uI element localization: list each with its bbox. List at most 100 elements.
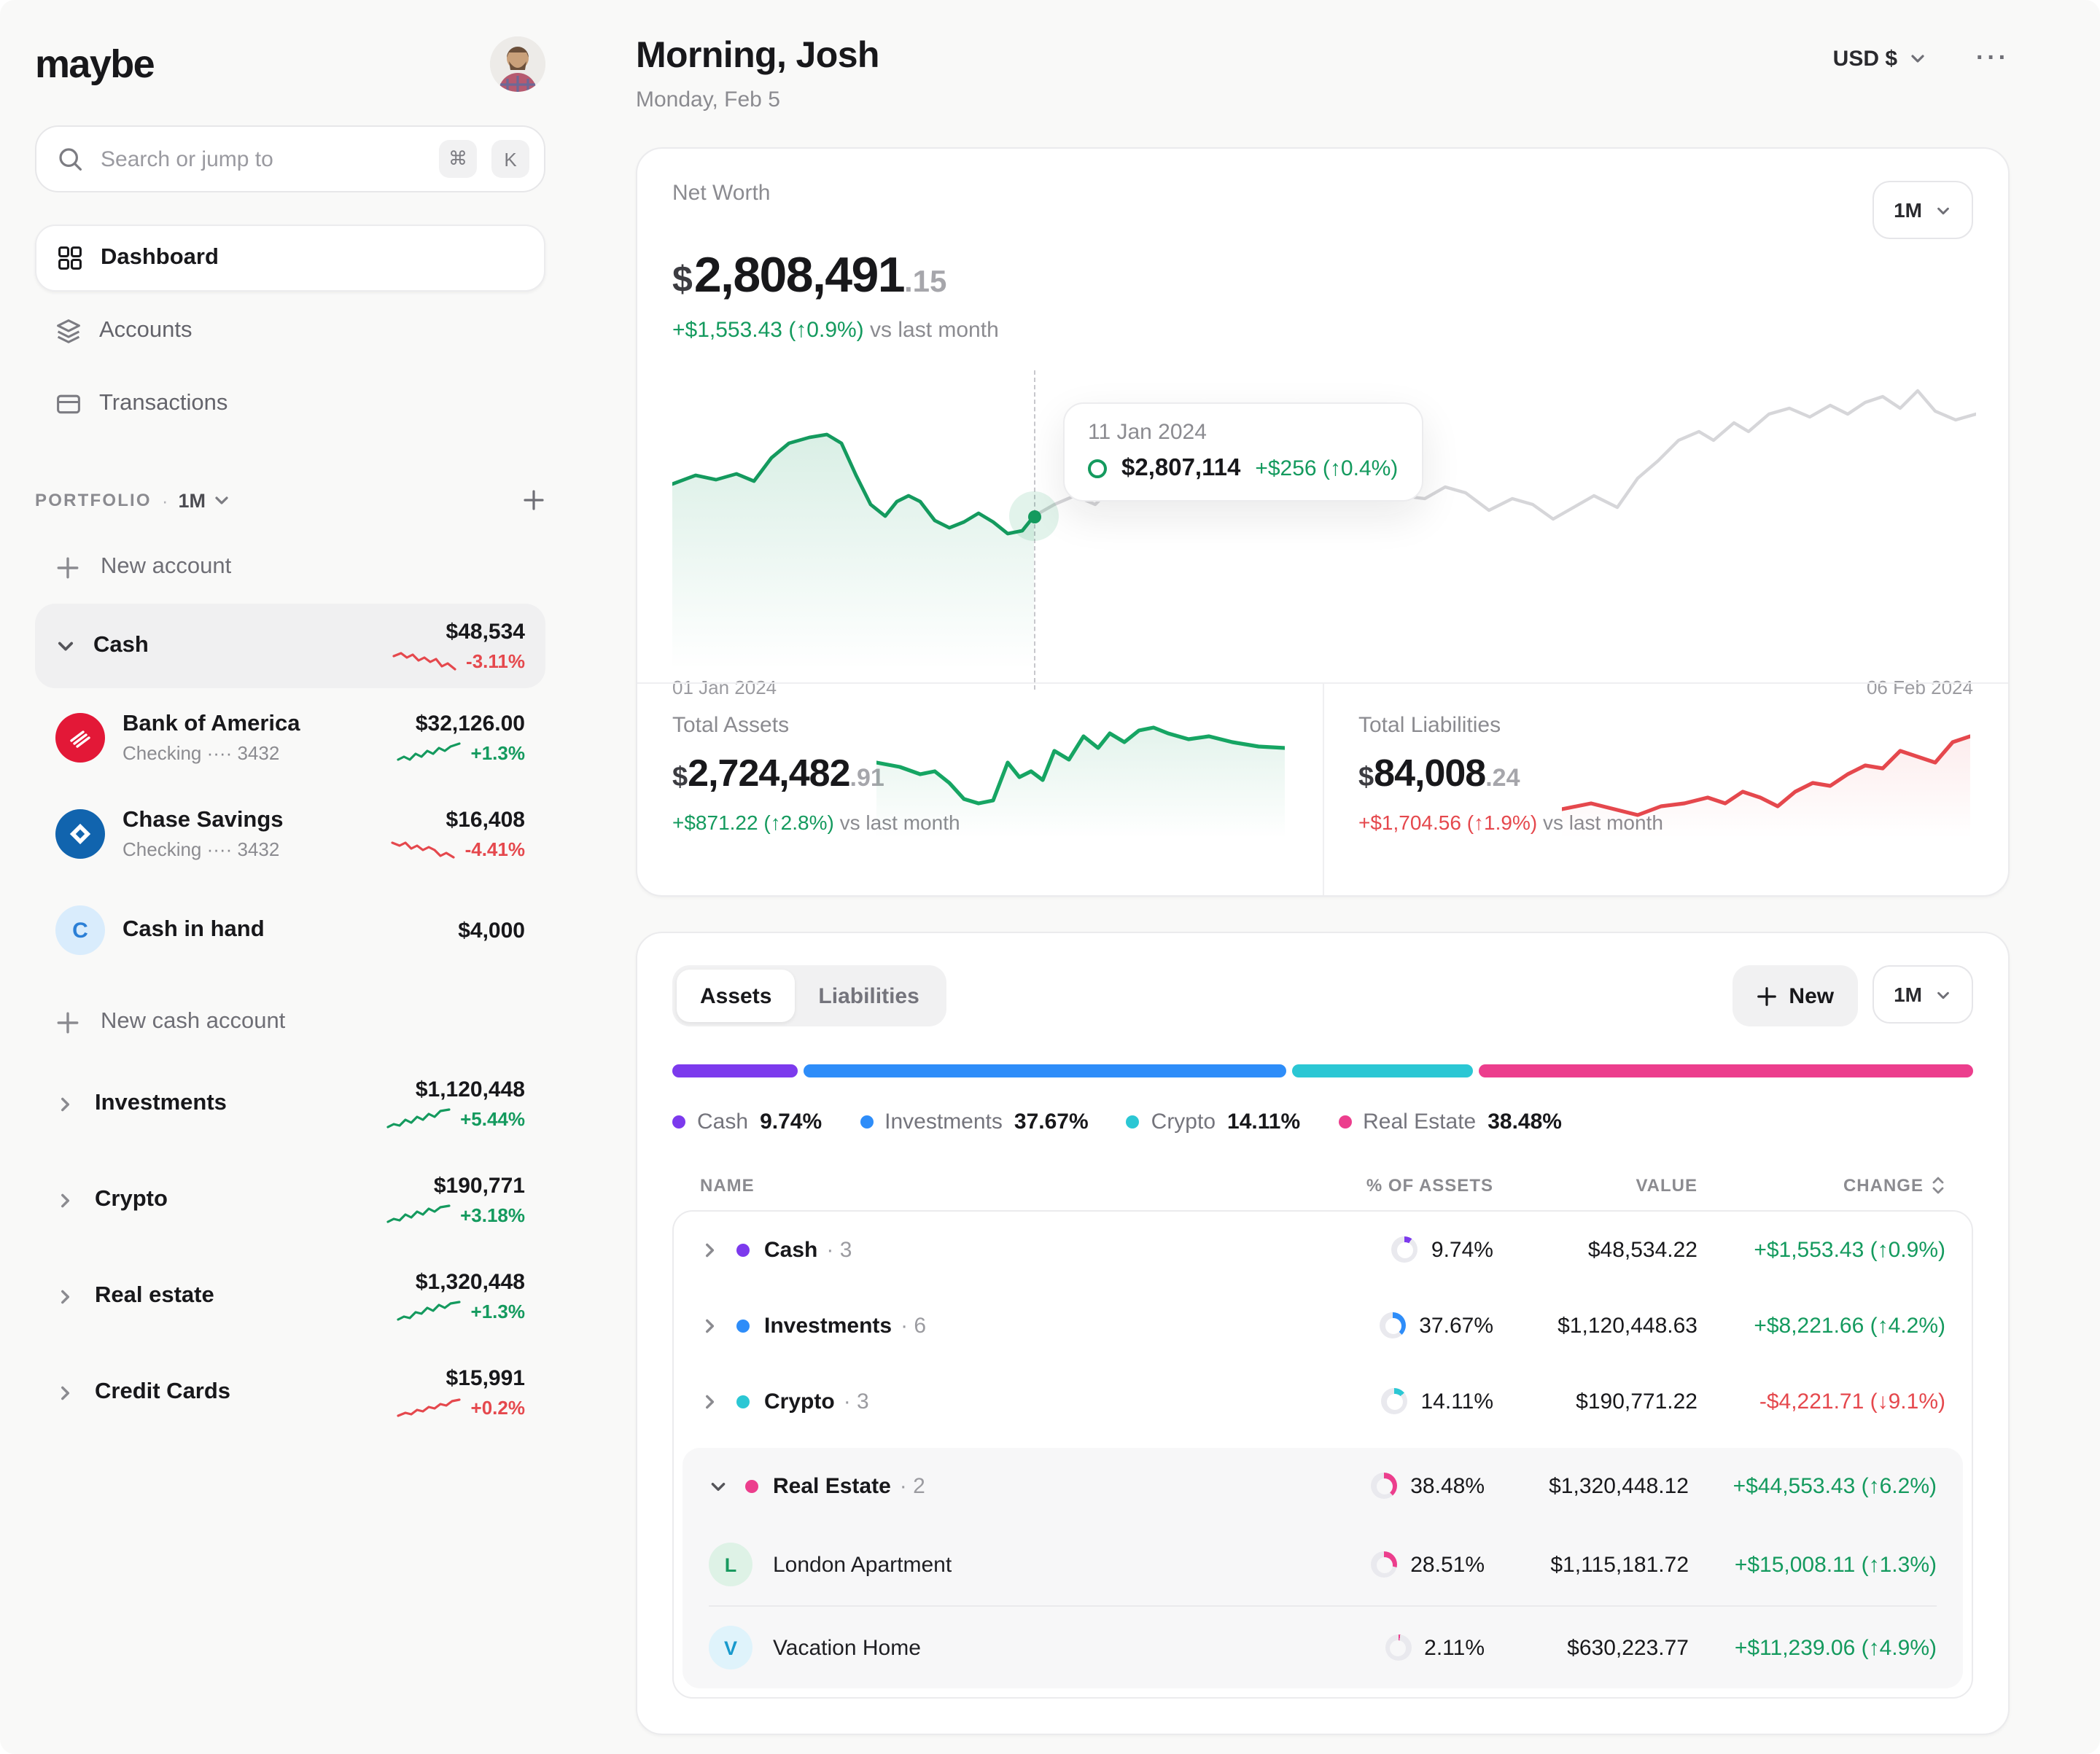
tooltip-value: $2,807,114 xyxy=(1121,455,1240,483)
table-row-crypto[interactable]: Crypto · 3 14.11% $190,771.22 -$4,221.71… xyxy=(674,1363,1972,1439)
account-name: Cash in hand xyxy=(122,917,265,943)
tab-liabilities[interactable]: Liabilities xyxy=(795,970,942,1022)
dashboard-icon xyxy=(57,245,83,271)
table-row-real-estate[interactable]: Real Estate · 2 38.48% $1,320,448.12 +$4… xyxy=(682,1448,1963,1524)
new-asset-button[interactable]: New xyxy=(1732,965,1857,1026)
plus-icon xyxy=(1755,985,1777,1007)
net-worth-card: Net Worth 1M $ 2,808,491 .15 +$1,553.43 … xyxy=(636,147,2010,897)
row-pct: 2.11% xyxy=(1424,1635,1485,1660)
sidebar-group-crypto[interactable]: Crypto $190,771 +3.18% xyxy=(35,1155,545,1245)
amount-cents: .24 xyxy=(1485,764,1520,793)
total-liabilities-panel: Total Liabilities $ 84,008 .24 +$1,704.5… xyxy=(1322,684,2008,895)
chevron-right-icon[interactable] xyxy=(55,1190,74,1209)
row-pct: 14.11% xyxy=(1420,1389,1493,1414)
allocation-segment-real-estate xyxy=(1479,1064,1973,1077)
search-box[interactable]: ⌘ K xyxy=(35,125,545,192)
chevron-right-icon[interactable] xyxy=(700,1240,719,1259)
property-avatar: V xyxy=(709,1626,752,1669)
amount-cents: .15 xyxy=(904,265,946,300)
pct-ring xyxy=(1392,1236,1418,1263)
account-row-chase-savings[interactable]: Chase Savings Checking ···· 3432 $16,408… xyxy=(35,787,545,881)
group-change: -3.11% xyxy=(466,650,525,671)
account-row-bank-of-america[interactable]: Bank of America Checking ···· 3432 $32,1… xyxy=(35,691,545,784)
legend-item-investments: Investments 37.67% xyxy=(860,1110,1089,1134)
sparkline-up-icon xyxy=(397,1299,461,1322)
group-value: $15,991 xyxy=(446,1366,525,1391)
page-title: Morning, Josh xyxy=(636,35,879,77)
row-change: +$44,553.43 (↑6.2%) xyxy=(1689,1473,1937,1498)
net-worth-chart[interactable]: 11 Jan 2024 $2,807,114 +$256 (↑0.4%) xyxy=(672,370,1973,669)
nav-label: Dashboard xyxy=(101,245,219,271)
nav-item-accounts[interactable]: Accounts xyxy=(35,297,545,365)
row-change: +$8,221.66 (↑4.2%) xyxy=(1698,1313,1945,1338)
sidebar-group-credit-cards[interactable]: Credit Cards $15,991 +0.2% xyxy=(35,1347,545,1438)
table-row-london-apartment[interactable]: L London Apartment 28.51% $1,115,181.72 … xyxy=(682,1524,1963,1605)
allocation-segment-investments xyxy=(803,1064,1286,1077)
account-name: Bank of America xyxy=(122,712,300,738)
assets-liabilities-tabs: Assets Liabilities xyxy=(672,965,947,1026)
amount-main: 2,808,491 xyxy=(694,248,904,305)
legend-pct: 9.74% xyxy=(760,1110,822,1134)
legend-pct: 38.48% xyxy=(1488,1110,1562,1134)
table-row-vacation-home[interactable]: V Vacation Home 2.11% $630,223.77 +$11,2… xyxy=(682,1607,1963,1688)
chevron-right-icon[interactable] xyxy=(55,1094,74,1113)
chevron-down-icon[interactable] xyxy=(709,1476,728,1495)
nav-label: Transactions xyxy=(99,391,228,417)
new-cash-account-button[interactable]: New cash account xyxy=(35,991,545,1053)
row-change: +$1,553.43 (↑0.9%) xyxy=(1698,1237,1945,1262)
tooltip-date: 11 Jan 2024 xyxy=(1088,420,1398,445)
credit-card-icon xyxy=(55,391,82,417)
currency-symbol: $ xyxy=(1358,763,1374,795)
account-row-cash-in-hand[interactable]: C Cash in hand $4,000 xyxy=(35,884,545,977)
table-row-cash[interactable]: Cash · 3 9.74% $48,534.22 +$1,553.43 (↑0… xyxy=(674,1212,1972,1287)
search-input[interactable] xyxy=(98,145,424,173)
tab-assets[interactable]: Assets xyxy=(677,970,795,1022)
allocation-bar xyxy=(672,1064,1973,1077)
property-initial: V xyxy=(724,1637,737,1658)
row-value: $630,223.77 xyxy=(1485,1635,1689,1660)
row-name: Cash xyxy=(764,1237,817,1262)
chase-icon xyxy=(55,809,105,859)
chevron-down-icon xyxy=(1909,50,1926,67)
more-menu-button[interactable]: ··· xyxy=(1976,44,2010,73)
chevron-right-icon[interactable] xyxy=(55,1383,74,1402)
search-icon xyxy=(57,146,83,172)
table-row-investments[interactable]: Investments · 6 37.67% $1,120,448.63 +$8… xyxy=(674,1287,1972,1363)
chevron-down-icon[interactable] xyxy=(213,491,230,509)
plus-icon xyxy=(55,555,80,580)
sidebar-group-cash[interactable]: Cash $48,534 -3.11% xyxy=(35,604,545,688)
group-name: Cash xyxy=(93,633,149,659)
net-worth-range-select[interactable]: 1M xyxy=(1872,181,1973,239)
chevron-right-icon[interactable] xyxy=(700,1392,719,1411)
nav-item-dashboard[interactable]: Dashboard xyxy=(35,225,545,292)
sidebar-group-real-estate[interactable]: Real estate $1,320,448 +1.3% xyxy=(35,1251,545,1341)
property-initial: L xyxy=(725,1554,737,1575)
assets-table: Cash · 3 9.74% $48,534.22 +$1,553.43 (↑0… xyxy=(672,1210,1973,1699)
group-value: $1,120,448 xyxy=(416,1077,525,1102)
col-pct: % OF ASSETS xyxy=(1280,1175,1493,1196)
nav-item-transactions[interactable]: Transactions xyxy=(35,370,545,437)
category-dot xyxy=(736,1319,750,1332)
col-change-sort[interactable]: CHANGE xyxy=(1698,1175,1945,1196)
range-value: 1M xyxy=(1894,983,1922,1006)
chevron-right-icon[interactable] xyxy=(700,1316,719,1335)
portfolio-range[interactable]: 1M xyxy=(179,489,206,511)
pct-ring xyxy=(1371,1473,1397,1499)
new-account-button[interactable]: New account xyxy=(35,537,545,598)
row-change: -$4,221.71 (↓9.1%) xyxy=(1698,1389,1945,1414)
chevron-down-icon[interactable] xyxy=(55,636,76,656)
sparkline-down-icon xyxy=(391,837,455,860)
col-value: VALUE xyxy=(1493,1175,1698,1196)
currency-symbol: $ xyxy=(672,763,688,795)
assets-range-select[interactable]: 1M xyxy=(1872,965,1973,1024)
legend-item-crypto: Crypto 14.11% xyxy=(1127,1110,1300,1134)
group-change: +3.18% xyxy=(460,1204,525,1225)
currency-selector[interactable]: USD $ xyxy=(1833,46,1926,71)
property-avatar: L xyxy=(709,1543,752,1586)
avatar[interactable] xyxy=(490,36,545,92)
sidebar-group-investments[interactable]: Investments $1,120,448 +5.44% xyxy=(35,1059,545,1149)
assets-mini-chart xyxy=(876,719,1284,838)
add-portfolio-icon[interactable] xyxy=(522,488,545,512)
account-value: $16,408 xyxy=(446,808,525,833)
chevron-right-icon[interactable] xyxy=(55,1287,74,1306)
